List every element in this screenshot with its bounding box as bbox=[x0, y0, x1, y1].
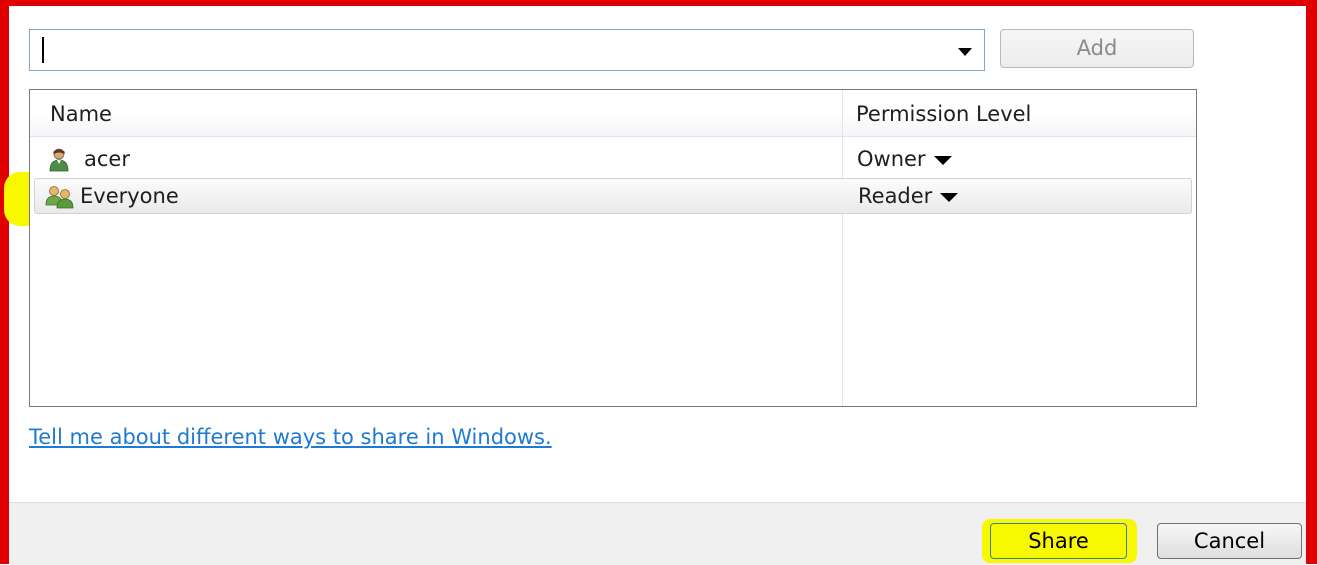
add-button[interactable]: Add bbox=[1000, 29, 1194, 68]
row-name-label: acer bbox=[84, 147, 130, 171]
dropdown-arrow-icon[interactable] bbox=[952, 36, 978, 64]
help-link[interactable]: Tell me about different ways to share in… bbox=[29, 425, 552, 449]
annotation-frame-left bbox=[0, 0, 9, 564]
list-header: Name Permission Level bbox=[30, 90, 1196, 137]
annotation-frame-top bbox=[0, 0, 1317, 6]
annotation-frame-right bbox=[1306, 0, 1317, 564]
chevron-down-icon bbox=[940, 192, 959, 202]
chevron-down-icon bbox=[933, 155, 952, 165]
list-item[interactable]: acer Owner bbox=[34, 142, 1192, 178]
cancel-button[interactable]: Cancel bbox=[1157, 523, 1302, 559]
group-icon bbox=[45, 186, 74, 209]
column-header-permission[interactable]: Permission Level bbox=[856, 102, 1031, 126]
permission-label: Reader bbox=[858, 184, 933, 208]
user-icon bbox=[49, 148, 69, 172]
permission-dropdown[interactable]: Reader bbox=[858, 184, 959, 208]
column-divider bbox=[842, 90, 843, 406]
permission-label: Owner bbox=[857, 147, 926, 171]
column-header-name[interactable]: Name bbox=[50, 102, 112, 126]
row-name-label: Everyone bbox=[80, 184, 179, 208]
sharing-list: Name Permission Level acer Owner Everyon… bbox=[29, 89, 1197, 407]
name-combo-box[interactable] bbox=[29, 29, 985, 71]
permission-dropdown[interactable]: Owner bbox=[857, 147, 952, 171]
share-button[interactable]: Share bbox=[990, 523, 1127, 559]
list-item[interactable]: Everyone Reader bbox=[34, 178, 1192, 214]
text-cursor bbox=[42, 37, 44, 63]
